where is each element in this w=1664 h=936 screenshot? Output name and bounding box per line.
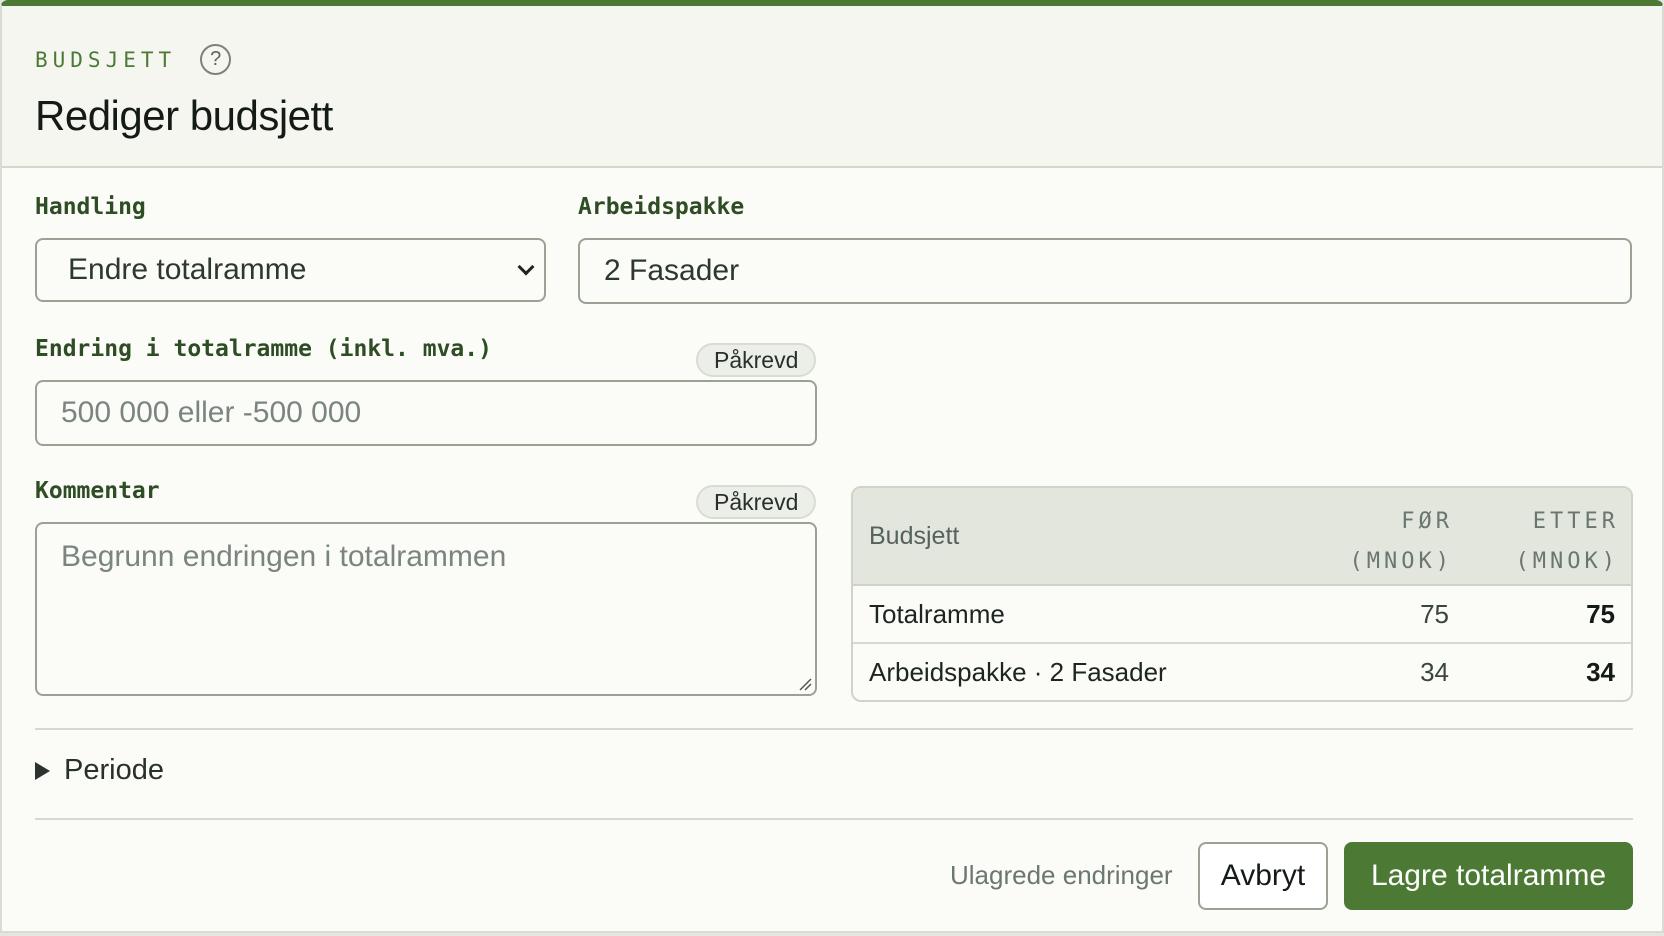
edit-budget-dialog: BUDSJETT ? Rediger budsjett Handling End… — [0, 0, 1664, 933]
divider — [35, 818, 1633, 820]
eyebrow-text: BUDSJETT — [35, 47, 177, 72]
column-header-etter: ETTER (MNOK) — [1516, 502, 1619, 582]
row-name: Totalramme — [869, 599, 1005, 629]
kommentar-label: Kommentar — [35, 478, 160, 504]
required-badge: Påkrevd — [696, 343, 817, 377]
column-header-etter-line1: ETTER — [1532, 509, 1619, 534]
row-before: 75 — [1420, 599, 1449, 629]
page-title: Rediger budsjett — [35, 92, 333, 139]
table-row: Totalramme 75 75 — [853, 586, 1631, 644]
cancel-button[interactable]: Avbryt — [1198, 842, 1328, 910]
dialog-header: BUDSJETT ? Rediger budsjett — [2, 6, 1662, 168]
arbeidspakke-field[interactable]: 2 Fasader — [578, 238, 1632, 304]
column-header-for-line1: FØR — [1401, 509, 1453, 534]
table-header: Budsjett FØR (MNOK) ETTER (MNOK) — [853, 488, 1631, 586]
column-header-for: FØR (MNOK) — [1350, 502, 1453, 582]
resize-grip-icon[interactable] — [798, 677, 812, 691]
divider — [35, 728, 1633, 730]
kommentar-placeholder: Begrunn endringen i totalrammen — [61, 540, 507, 573]
handling-label: Handling — [35, 194, 146, 220]
table-row: Arbeidspakke · 2 Fasader 34 34 — [853, 644, 1631, 700]
column-header-etter-line2: (MNOK) — [1515, 549, 1619, 574]
arbeidspakke-value: 2 Fasader — [604, 254, 740, 287]
periode-label: Periode — [64, 754, 164, 786]
column-header-for-line2: (MNOK) — [1349, 549, 1453, 574]
endring-label: Endring i totalramme (inkl. mva.) — [35, 336, 492, 362]
endring-placeholder: 500 000 eller -500 000 — [61, 396, 362, 429]
help-icon[interactable]: ? — [200, 44, 232, 75]
kommentar-textarea[interactable]: Begrunn endringen i totalrammen — [35, 522, 817, 696]
unsaved-status: Ulagrede endringer — [950, 860, 1173, 890]
arbeidspakke-label: Arbeidspakke — [578, 194, 745, 220]
save-button[interactable]: Lagre totalramme — [1344, 842, 1633, 910]
required-badge: Påkrevd — [696, 485, 817, 519]
endring-input[interactable]: 500 000 eller -500 000 — [35, 380, 817, 446]
triangle-right-icon — [35, 761, 50, 780]
chevron-down-icon — [517, 258, 535, 276]
periode-toggle[interactable]: Periode — [35, 754, 164, 787]
handling-value: Endre totalramme — [68, 253, 307, 286]
budget-table: Budsjett FØR (MNOK) ETTER (MNOK) Totalra… — [851, 486, 1633, 702]
row-name: Arbeidspakke · 2 Fasader — [869, 657, 1167, 687]
row-after: 34 — [1586, 657, 1615, 687]
eyebrow: BUDSJETT ? — [35, 44, 232, 75]
row-after: 75 — [1586, 599, 1615, 629]
column-header-budsjett: Budsjett — [869, 522, 960, 550]
handling-select[interactable]: Endre totalramme — [35, 238, 546, 302]
row-before: 34 — [1420, 657, 1449, 687]
